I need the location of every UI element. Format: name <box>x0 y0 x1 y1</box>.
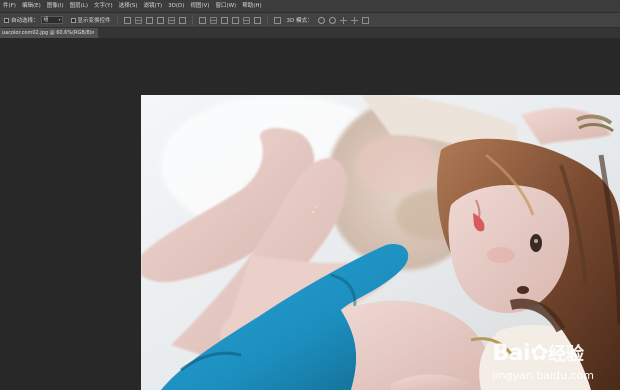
watermark-brand: Bai <box>492 341 531 366</box>
align-vertical-center-icon[interactable] <box>134 16 142 24</box>
align-top-icon[interactable] <box>123 16 131 24</box>
divider <box>116 15 118 25</box>
menu-filter[interactable]: 滤镜(T) <box>140 0 165 12</box>
pan-3d-icon[interactable] <box>339 16 347 24</box>
auto-select-checkbox[interactable] <box>4 17 9 23</box>
divider <box>266 15 268 25</box>
show-transform-label: 显示变换控件 <box>77 18 111 24</box>
distribute-vertical-center-icon[interactable] <box>209 16 217 24</box>
align-left-icon[interactable] <box>156 16 164 24</box>
slide-3d-icon[interactable] <box>350 16 358 24</box>
menu-3d[interactable]: 3D(D) <box>165 0 187 12</box>
watermark-url: jingyan.baidu.com <box>492 369 594 382</box>
align-horizontal-center-icon[interactable] <box>167 16 175 24</box>
chevron-down-icon: ▾ <box>58 17 61 22</box>
auto-select-value: 组 <box>43 17 49 23</box>
menu-bar: 件(F) 编辑(E) 图像(I) 图层(L) 文字(Y) 选择(S) 滤镜(T)… <box>0 0 620 12</box>
paw-icon: ✿ <box>530 341 548 366</box>
distribute-right-icon[interactable] <box>253 16 261 24</box>
scale-3d-icon[interactable] <box>361 16 369 24</box>
distribute-left-icon[interactable] <box>231 16 239 24</box>
auto-align-icon[interactable] <box>273 16 281 24</box>
menu-help[interactable]: 帮助(H) <box>239 0 264 12</box>
roll-3d-icon[interactable] <box>328 16 336 24</box>
mode-3d-label: 3D 模式： <box>286 18 313 24</box>
menu-file[interactable]: 件(F) <box>0 0 19 12</box>
menu-select[interactable]: 选择(S) <box>116 0 141 12</box>
menu-view[interactable]: 视图(V) <box>187 0 212 12</box>
distribute-top-icon[interactable] <box>198 16 206 24</box>
menu-edit[interactable]: 编辑(E) <box>19 0 44 12</box>
divider <box>191 15 193 25</box>
menu-type[interactable]: 文字(Y) <box>91 0 116 12</box>
canvas-area[interactable]: Bai✿经验 jingyan.baidu.com <box>0 38 620 390</box>
watermark-brand-cn: 经验 <box>548 344 584 365</box>
watermark-logo: Bai✿经验 <box>492 340 584 366</box>
close-icon[interactable]: × <box>91 28 95 38</box>
distribute-horizontal-center-icon[interactable] <box>242 16 250 24</box>
show-transform-checkbox[interactable] <box>70 17 76 23</box>
document-tab-title: uacolor.com02.jpg @ 60.6%(RGB/8) <box>2 30 92 36</box>
auto-select-dropdown[interactable]: 组 ▾ <box>40 16 63 24</box>
rotate-3d-icon[interactable] <box>317 16 325 24</box>
menu-layer[interactable]: 图层(L) <box>67 0 91 12</box>
align-right-icon[interactable] <box>178 16 186 24</box>
menu-image[interactable]: 图像(I) <box>44 0 67 12</box>
document-tab[interactable]: uacolor.com02.jpg @ 60.6%(RGB/8) × <box>0 28 98 38</box>
menu-window[interactable]: 窗口(W) <box>212 0 239 12</box>
options-bar: 自动选择： 组 ▾ 显示变换控件 3D 模式： <box>0 12 620 28</box>
auto-select-label: 自动选择： <box>11 18 39 24</box>
document-tab-bar: uacolor.com02.jpg @ 60.6%(RGB/8) × <box>0 28 620 38</box>
align-bottom-icon[interactable] <box>145 16 153 24</box>
distribute-bottom-icon[interactable] <box>220 16 228 24</box>
